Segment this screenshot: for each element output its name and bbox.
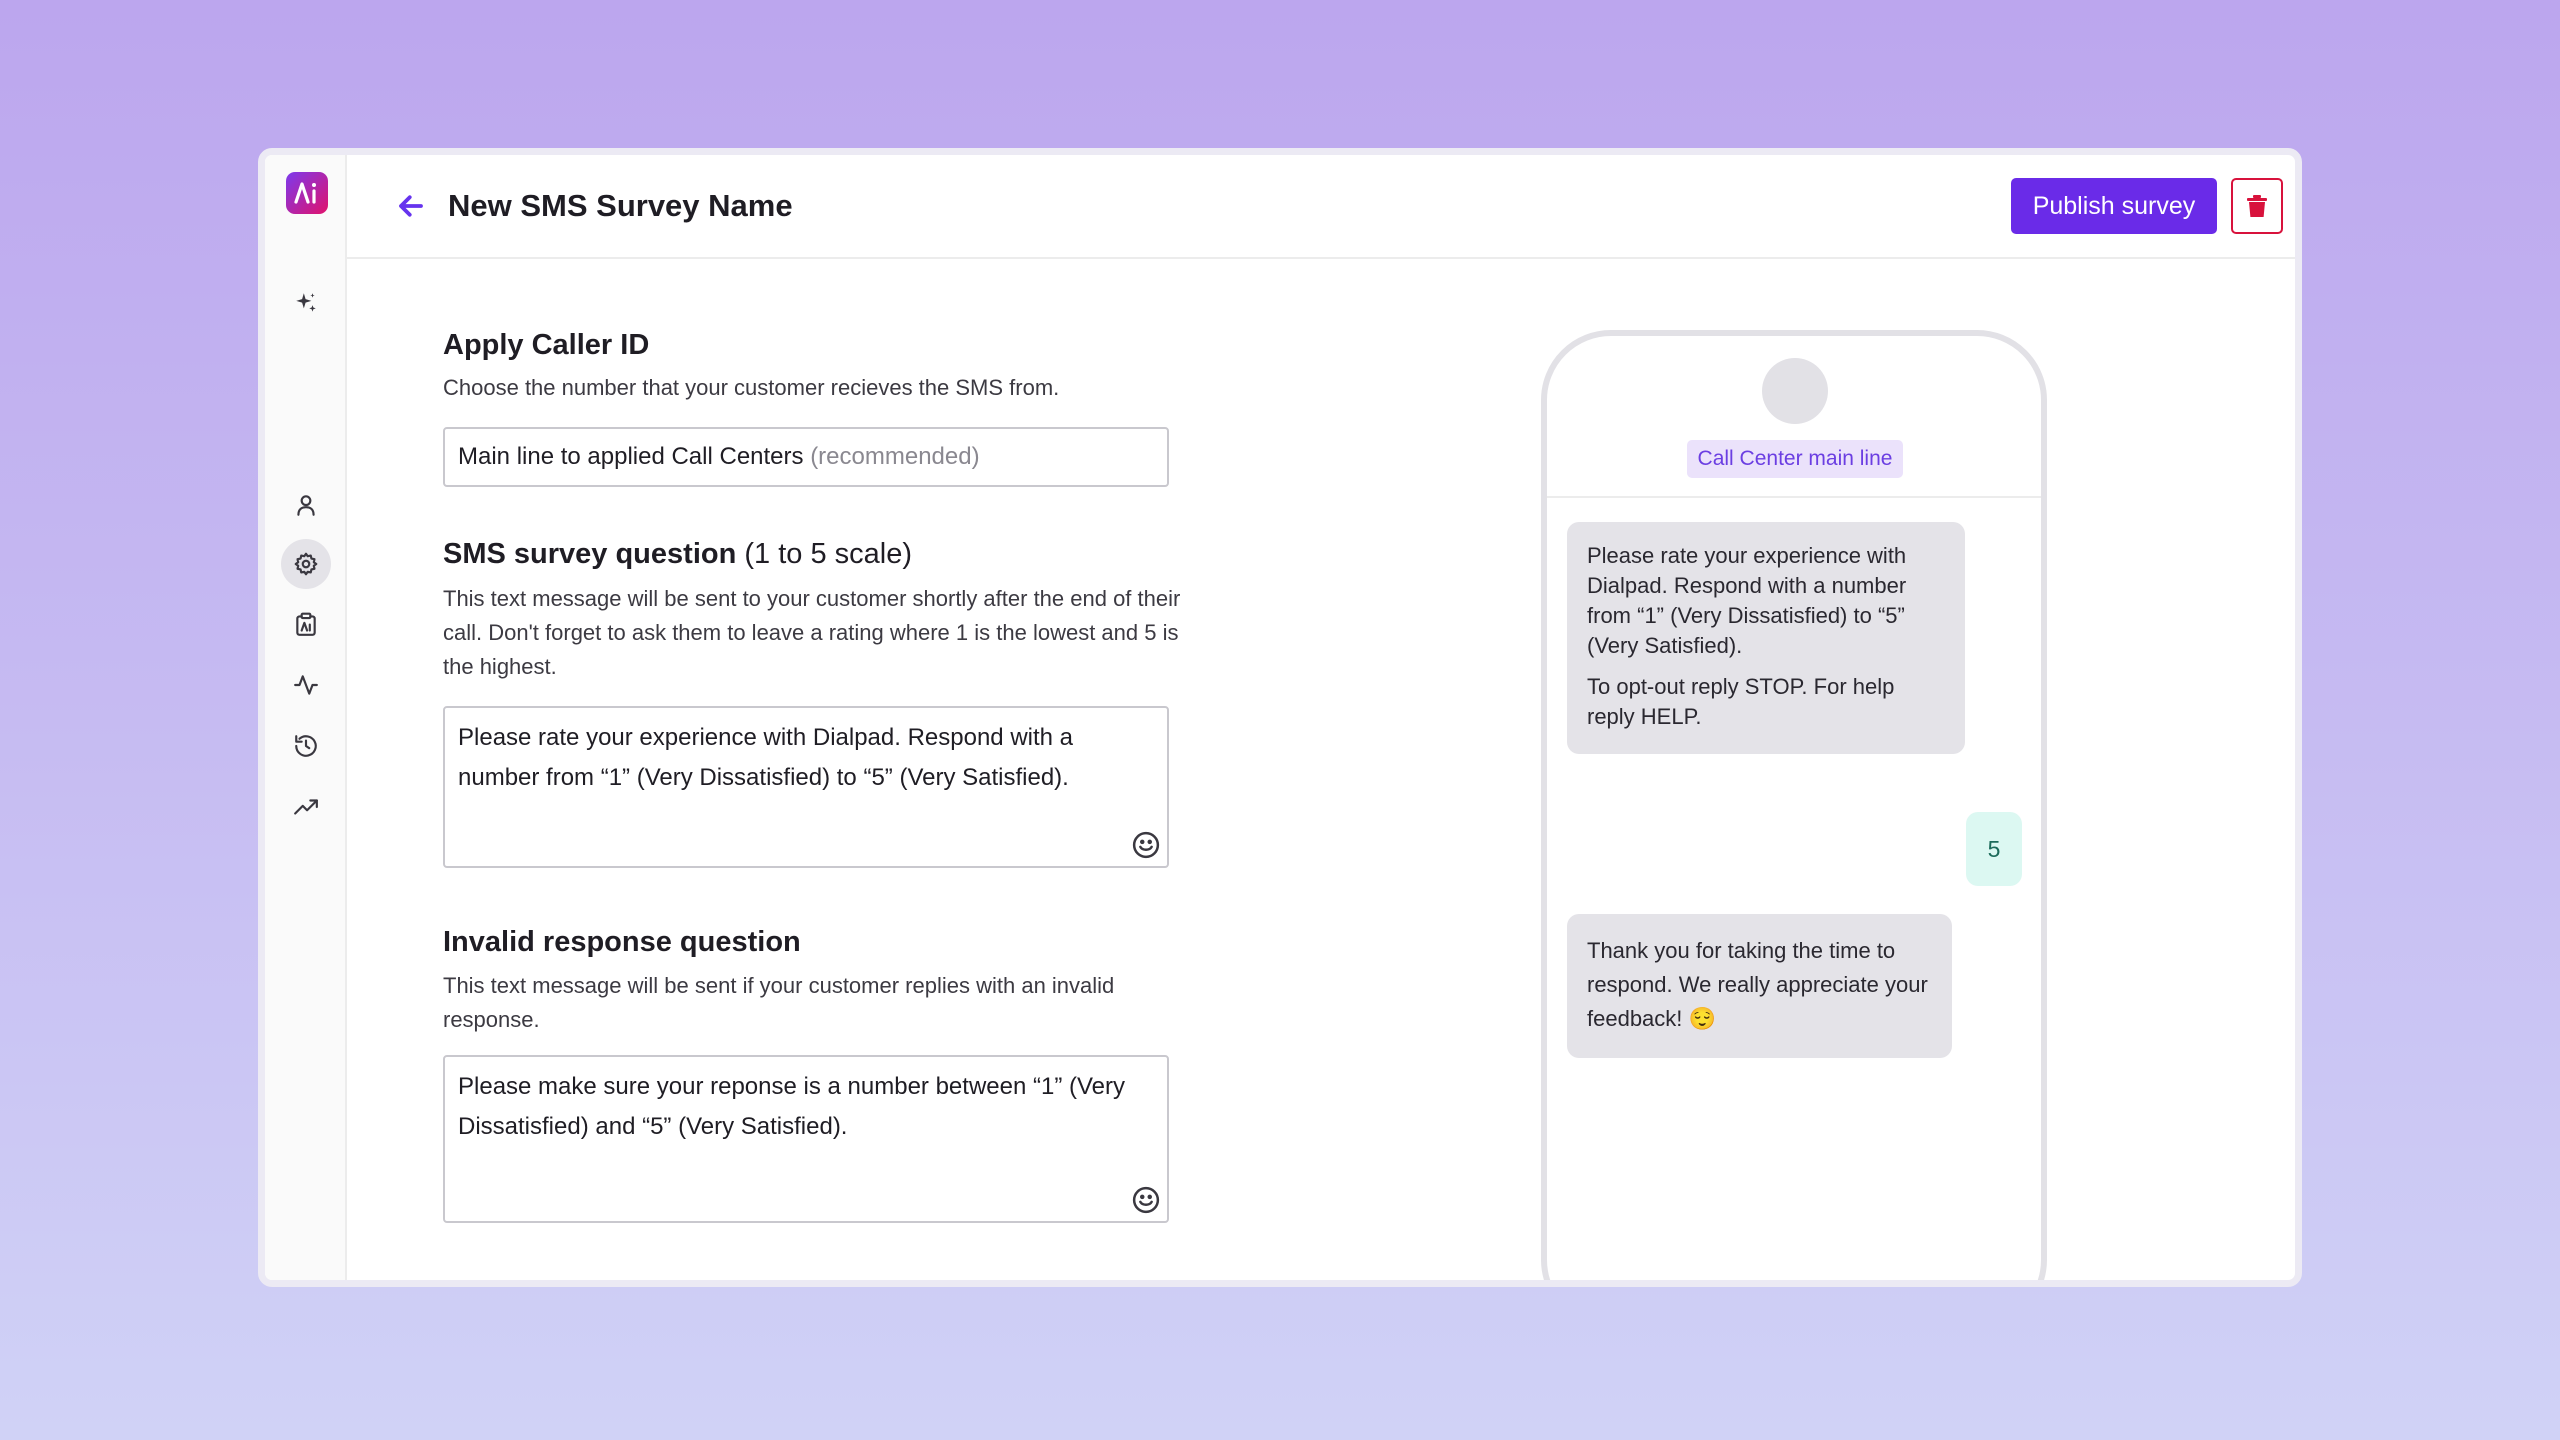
gear-icon[interactable] [281, 539, 331, 589]
caller-id-hint: (recommended) [810, 443, 980, 470]
survey-question-textarea[interactable]: Please rate your experience with Dialpad… [443, 706, 1169, 868]
survey-question-description: This text message will be sent to your c… [443, 586, 1181, 679]
back-button[interactable] [393, 188, 429, 224]
phone-preview: Call Center main line Please rate your e… [1541, 330, 2047, 1280]
publish-survey-button[interactable]: Publish survey [2011, 178, 2217, 234]
emoji-button[interactable] [1131, 830, 1161, 860]
contact-name-badge: Call Center main line [1687, 440, 1903, 478]
arrow-left-icon [399, 195, 423, 217]
history-icon[interactable] [281, 721, 331, 771]
invalid-response-textarea[interactable]: Please make sure your reponse is a numbe… [443, 1055, 1169, 1223]
thank-you-message-bubble: Thank you for taking the time to respond… [1567, 914, 1952, 1058]
survey-question-text: Please rate your experience with Dialpad… [458, 724, 1074, 791]
survey-question-title: SMS survey question (1 to 5 scale) [443, 535, 912, 573]
invalid-response-text: Please make sure your reponse is a numbe… [458, 1073, 1125, 1140]
page-title: New SMS Survey Name [448, 188, 793, 223]
survey-question-scale: (1 to 5 scale) [744, 538, 913, 570]
phone-divider [1547, 496, 2041, 498]
customer-reply-bubble: 5 [1966, 812, 2022, 886]
survey-question-title-text: SMS survey question [443, 538, 737, 570]
delete-button[interactable] [2231, 178, 2283, 234]
ai-sparkle-icon[interactable] [281, 278, 331, 328]
smiley-icon [1132, 831, 1160, 859]
sidebar [265, 155, 347, 1280]
optout-message-text: To opt-out reply STOP. For help reply HE… [1587, 674, 1895, 729]
user-icon[interactable] [281, 480, 331, 530]
caller-id-title: Apply Caller ID [443, 329, 650, 361]
contact-avatar [1762, 358, 1828, 424]
invalid-response-title: Invalid response question [443, 926, 801, 958]
caller-id-select[interactable]: Main line to applied Call Centers (recom… [443, 427, 1169, 487]
incoming-message-bubble: Please rate your experience with Dialpad… [1567, 522, 1965, 754]
caller-id-description: Choose the number that your customer rec… [443, 375, 1060, 400]
trending-icon[interactable] [281, 782, 331, 832]
page-header: New SMS Survey Name Publish survey [347, 155, 2295, 259]
clipboard-icon[interactable] [281, 599, 331, 649]
caller-id-value: Main line to applied Call Centers [458, 443, 804, 470]
app-logo[interactable] [286, 172, 328, 214]
app-window: New SMS Survey Name Publish survey Apply… [258, 148, 2302, 1287]
emoji-button[interactable] [1131, 1185, 1161, 1215]
survey-message-text: Please rate your experience with Dialpad… [1587, 543, 1907, 658]
trash-icon [2247, 195, 2267, 217]
logo-mark-icon [294, 182, 316, 204]
activity-icon[interactable] [281, 660, 331, 710]
smiley-icon [1132, 1186, 1160, 1214]
invalid-response-description: This text message will be sent if your c… [443, 973, 1115, 1032]
